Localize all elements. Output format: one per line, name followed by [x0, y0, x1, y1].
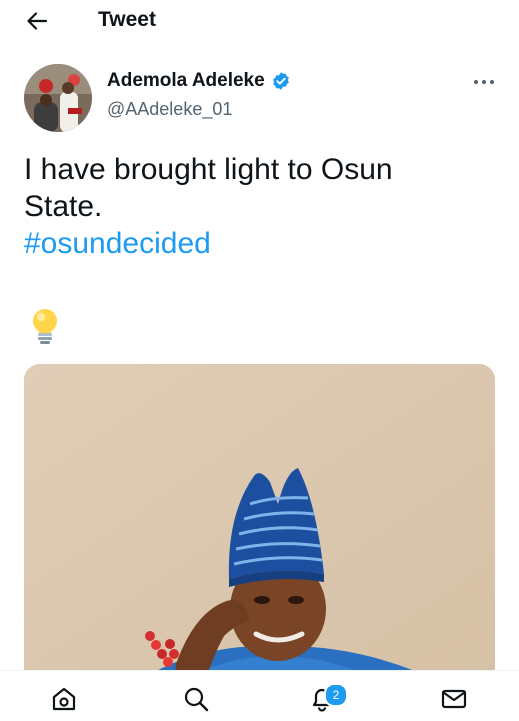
bottom-navigation: 2	[0, 670, 519, 721]
tweet-text-line: I have brought light to Osun	[24, 153, 393, 186]
nav-search[interactable]	[176, 681, 216, 717]
back-button[interactable]	[20, 6, 54, 36]
author-handle[interactable]: @AAdeleke_01	[107, 99, 232, 120]
verified-badge-icon	[272, 72, 289, 90]
notification-badge: 2	[324, 683, 348, 707]
nav-messages[interactable]	[434, 681, 474, 717]
more-options-button[interactable]	[466, 70, 502, 94]
tweet-text: I have brought light to Osun State. #osu…	[24, 151, 494, 262]
avatar[interactable]	[24, 64, 92, 132]
top-bar: Tweet	[0, 0, 519, 44]
page-title: Tweet	[98, 8, 156, 31]
search-icon	[184, 687, 209, 712]
home-icon	[52, 687, 76, 711]
tweet-photo[interactable]	[24, 364, 495, 684]
more-dots-icon	[474, 80, 494, 84]
messages-icon	[441, 689, 467, 709]
author-name[interactable]: Ademola Adeleke	[107, 70, 291, 92]
nav-home[interactable]	[44, 681, 84, 717]
author-name-text: Ademola Adeleke	[107, 70, 265, 91]
light-bulb-icon	[30, 308, 60, 351]
nav-notifications[interactable]: 2	[302, 681, 348, 717]
tweet-text-line: State.	[24, 190, 103, 223]
hashtag-link[interactable]: #osundecided	[24, 225, 494, 262]
arrow-left-icon	[27, 12, 48, 30]
